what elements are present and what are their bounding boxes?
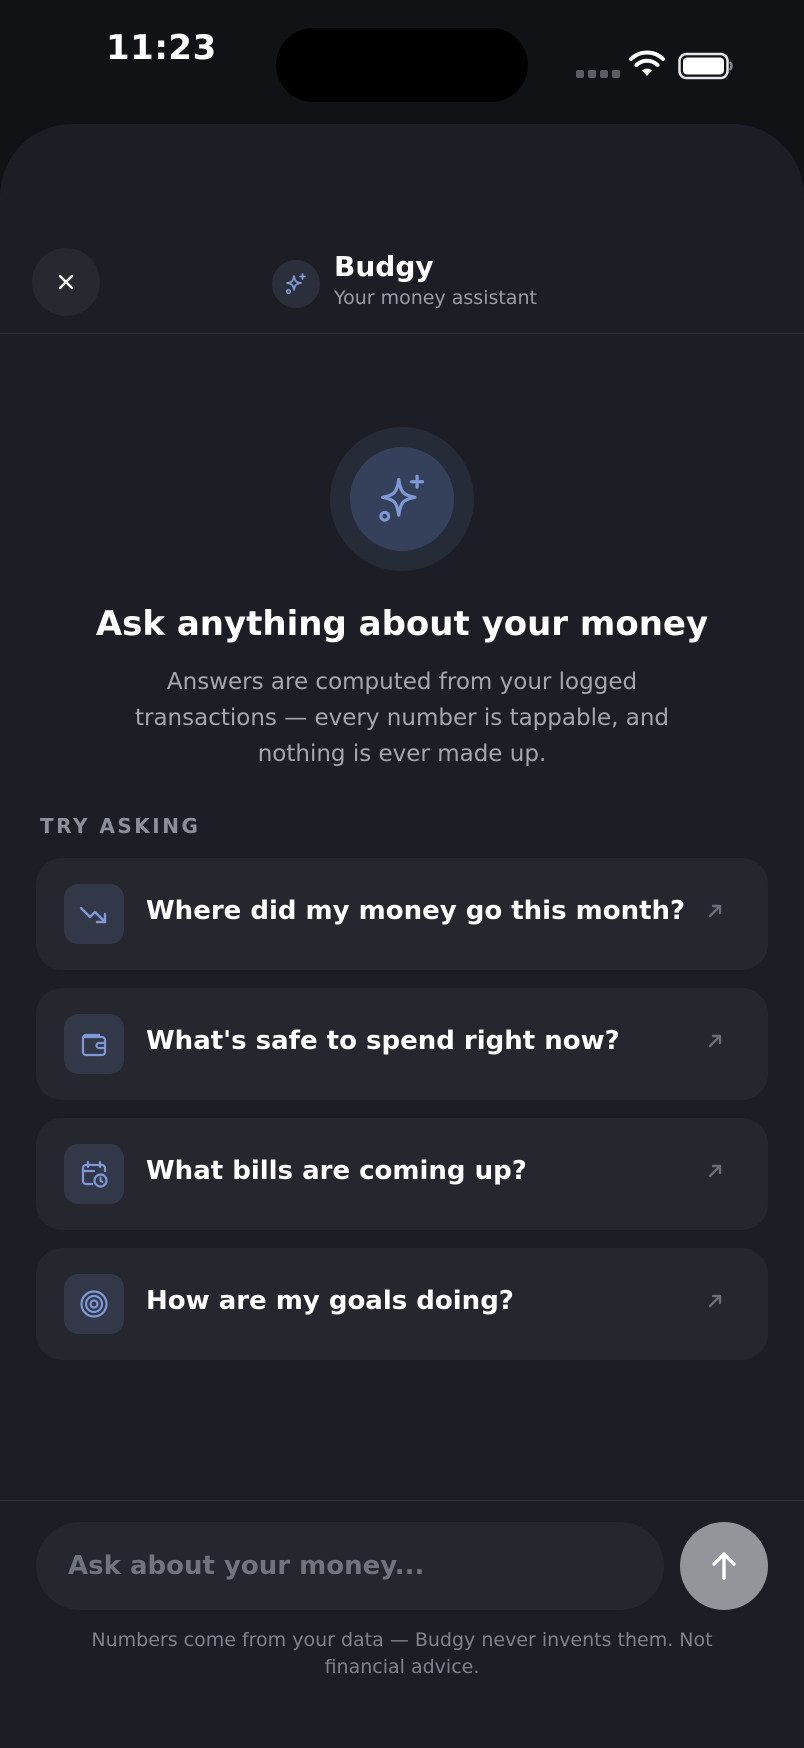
close-button[interactable] xyxy=(32,248,100,316)
cellular-signal-icon xyxy=(576,70,620,78)
status-time: 11:23 xyxy=(106,28,217,68)
arrow-up-right-icon xyxy=(708,1034,722,1048)
disclaimer-text: Numbers come from your data — Budgy neve… xyxy=(91,1629,713,1678)
wallet-icon xyxy=(81,1033,107,1057)
dynamic-island xyxy=(276,28,528,102)
arrow-up-right-icon xyxy=(708,1294,722,1308)
status-bar: 11:23 xyxy=(0,0,804,120)
suggestion-card[interactable]: What bills are coming up? xyxy=(36,1118,768,1230)
suggestion-label: How are my goals doing? xyxy=(146,1286,514,1316)
hero-description: Answers are computed from your logged tr… xyxy=(134,669,670,767)
suggestion-card[interactable]: Where did my money go this month? xyxy=(36,858,768,970)
assistant-subtitle: Your money assistant xyxy=(334,287,537,309)
arrow-up-right-icon xyxy=(708,904,722,918)
suggestions-label: TRY ASKING xyxy=(40,814,201,838)
wifi-icon xyxy=(629,50,665,76)
sparkles-icon xyxy=(285,273,306,295)
suggestion-card[interactable]: How are my goals doing? xyxy=(36,1248,768,1360)
arrow-up-icon xyxy=(712,1552,736,1580)
close-icon xyxy=(58,274,74,290)
arrow-up-right-icon xyxy=(708,1164,722,1178)
battery-icon xyxy=(678,52,733,80)
suggestion-label: Where did my money go this month? xyxy=(146,896,686,926)
assistant-title: Budgy xyxy=(334,250,434,283)
hero-headline: Ask anything about your money xyxy=(95,604,709,644)
calendar-clock-icon xyxy=(81,1160,108,1188)
trending-down-icon xyxy=(79,906,107,924)
sparkles-icon xyxy=(379,474,425,522)
send-button[interactable] xyxy=(680,1522,768,1610)
message-input[interactable] xyxy=(36,1522,664,1610)
suggestion-label: What bills are coming up? xyxy=(146,1156,527,1186)
suggestion-card[interactable]: What's safe to spend right now? xyxy=(36,988,768,1100)
hero-badge xyxy=(350,447,454,551)
target-icon xyxy=(80,1290,108,1318)
suggestion-label: What's safe to spend right now? xyxy=(146,1026,620,1056)
composer-divider xyxy=(0,1500,804,1501)
assistant-avatar xyxy=(272,260,320,308)
